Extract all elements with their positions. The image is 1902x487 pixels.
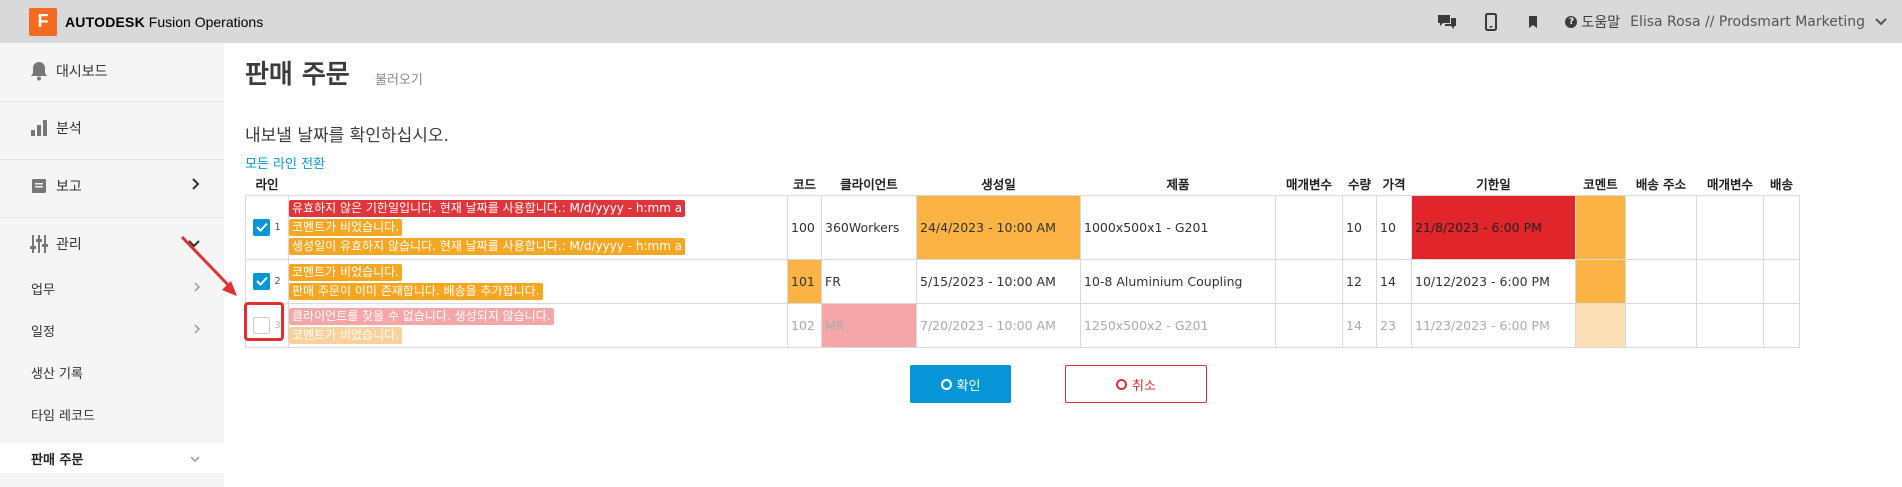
warning-message: 코멘트가 비었습니다. <box>289 263 402 281</box>
client-cell: 360Workers <box>821 194 917 260</box>
import-table: 라인 코드 클라이언트 생성일 제품 매개변수 수량 가격 기한일 코멘트 배송… <box>245 173 1800 348</box>
chevron-right-icon <box>194 323 201 338</box>
warning-message: 판매 주문이 이미 존재합니다. 배송을 추가합니다. <box>289 282 543 300</box>
created-cell: 24/4/2023 - 10:00 AM <box>916 194 1081 260</box>
col-header-messages <box>289 173 788 195</box>
col-header-param: 매개변수 <box>1285 177 1332 193</box>
messages-cell: 클라이언트를 찾을 수 없습니다. 생성되지 않습니다. 코멘트가 비었습니다. <box>288 302 788 348</box>
qty-cell: 12 <box>1342 258 1377 304</box>
sidebar-sub-item-schedule[interactable]: 일정 <box>0 318 224 342</box>
cancel-button[interactable]: 취소 <box>1065 365 1207 403</box>
col-header-shipping-address: 배송 주소 <box>1635 177 1687 193</box>
messages-cell: 유효하지 않은 기한일입니다. 현재 날짜를 사용합니다.: M/d/yyyy … <box>288 194 788 260</box>
col-header-created: 생성일 <box>981 177 1016 193</box>
annotation-arrow <box>180 235 237 296</box>
sidebar-sub-item-time-records[interactable]: 타임 레코드 <box>0 402 224 426</box>
chevron-down-icon <box>190 451 200 466</box>
param-2-cell <box>1696 194 1764 260</box>
shipping-address-cell <box>1625 258 1697 304</box>
col-header-due: 기한일 <box>1476 177 1511 193</box>
due-cell: 10/12/2023 - 6:00 PM <box>1411 258 1576 304</box>
user-menu[interactable]: Elisa Rosa // Prodsmart Marketing <box>1630 14 1887 30</box>
sidebar-sub-item-sales-orders[interactable]: 판매 주문 <box>0 443 224 473</box>
warning-message: 코멘트가 비었습니다. <box>289 219 402 236</box>
due-cell: 21/8/2023 - 6:00 PM <box>1411 194 1576 260</box>
qty-cell: 14 <box>1342 302 1377 348</box>
client-cell: FR <box>821 258 917 304</box>
col-header-comment: 코멘트 <box>1583 177 1618 193</box>
param-cell <box>1275 194 1343 260</box>
product-cell: 10-8 Aluminium Coupling <box>1080 258 1276 304</box>
created-cell: 5/15/2023 - 10:00 AM <box>916 258 1081 304</box>
page-subtitle: 불러오기 <box>375 73 423 88</box>
sidebar-sub-label: 타임 레코드 <box>31 408 95 424</box>
x-circle-icon <box>1116 378 1128 390</box>
shipping-cell <box>1763 302 1800 348</box>
messages-cell: 코멘트가 비었습니다. 판매 주문이 이미 존재합니다. 배송을 추가합니다. <box>288 258 788 304</box>
qty-cell: 10 <box>1342 194 1377 260</box>
col-header-param-2: 매개변수 <box>1706 177 1753 193</box>
table-header-row: 라인 코드 클라이언트 생성일 제품 매개변수 수량 가격 기한일 코멘트 배송… <box>246 173 1800 195</box>
sidebar-sub-label: 생산 기록 <box>31 366 83 382</box>
warning-message: 코멘트가 비었습니다. <box>289 326 402 344</box>
price-cell: 23 <box>1376 302 1412 348</box>
help-link[interactable]: ? 도움말 <box>1565 12 1620 32</box>
col-header-product: 제품 <box>1166 177 1190 193</box>
warning-message: 생성일이 유효하지 않습니다. 현재 날짜를 사용합니다.: M/d/yyyy … <box>289 238 686 255</box>
code-cell: 100 <box>787 194 822 260</box>
bookmark-icon[interactable] <box>1523 12 1543 32</box>
shipping-cell <box>1763 258 1800 304</box>
price-cell: 10 <box>1376 194 1412 260</box>
sidebar-sub-label: 일정 <box>31 324 55 340</box>
sidebar-sub-label: 판매 주문 <box>31 452 84 468</box>
chevron-down-icon <box>1875 14 1887 30</box>
table-row: 1 유효하지 않은 기한일입니다. 현재 날짜를 사용합니다.: M/d/yyy… <box>245 194 1800 260</box>
price-cell: 14 <box>1376 258 1412 304</box>
code-cell: 102 <box>787 302 822 348</box>
error-message: 유효하지 않은 기한일입니다. 현재 날짜를 사용합니다.: M/d/yyyy … <box>289 200 686 217</box>
created-cell: 7/20/2023 - 10:00 AM <box>916 302 1081 348</box>
shipping-address-cell <box>1625 194 1697 260</box>
top-right-actions: ? 도움말 Elisa Rosa // Prodsmart Marketing <box>1435 0 1902 43</box>
plus-circle-icon <box>940 378 952 390</box>
table-row: 2 코멘트가 비었습니다. 판매 주문이 이미 존재합니다. 배송을 추가합니다… <box>245 258 1800 304</box>
cancel-button-label: 취소 <box>1132 378 1156 394</box>
product-cell: 1250x500x2 - G201 <box>1080 302 1276 348</box>
product-cell: 1000x500x1 - G201 <box>1080 194 1276 260</box>
param-cell <box>1275 258 1343 304</box>
comment-cell <box>1575 258 1626 304</box>
param-2-cell <box>1696 258 1764 304</box>
confirm-button[interactable]: 확인 <box>910 365 1011 403</box>
col-header-shipping: 배송 <box>1769 177 1793 193</box>
table-row: 3 클라이언트를 찾을 수 없습니다. 생성되지 않습니다. 코멘트가 비었습니… <box>245 302 1800 348</box>
shipping-cell <box>1763 194 1800 260</box>
param-cell <box>1275 302 1343 348</box>
help-icon: ? <box>1565 15 1578 28</box>
code-cell: 101 <box>787 258 822 304</box>
due-cell: 11/23/2023 - 6:00 PM <box>1411 302 1576 348</box>
help-label: 도움말 <box>1581 14 1621 31</box>
confirm-button-label: 확인 <box>956 378 981 394</box>
sidebar-sub-item-production-records[interactable]: 생산 기록 <box>0 360 224 384</box>
param-2-cell <box>1696 302 1764 348</box>
col-header-price: 가격 <box>1382 177 1406 193</box>
mobile-icon[interactable] <box>1481 12 1501 32</box>
error-message: 클라이언트를 찾을 수 없습니다. 생성되지 않습니다. <box>289 307 554 325</box>
comment-cell <box>1575 302 1626 348</box>
client-cell: MR <box>821 302 917 348</box>
comment-cell <box>1575 194 1626 260</box>
shipping-address-cell <box>1625 302 1697 348</box>
col-header-code: 코드 <box>792 177 816 193</box>
chat-icon[interactable] <box>1435 12 1459 32</box>
user-label: Elisa Rosa // Prodsmart Marketing <box>1630 13 1865 30</box>
col-header-client: 클라이언트 <box>840 177 898 193</box>
col-header-qty: 수량 <box>1347 177 1371 193</box>
